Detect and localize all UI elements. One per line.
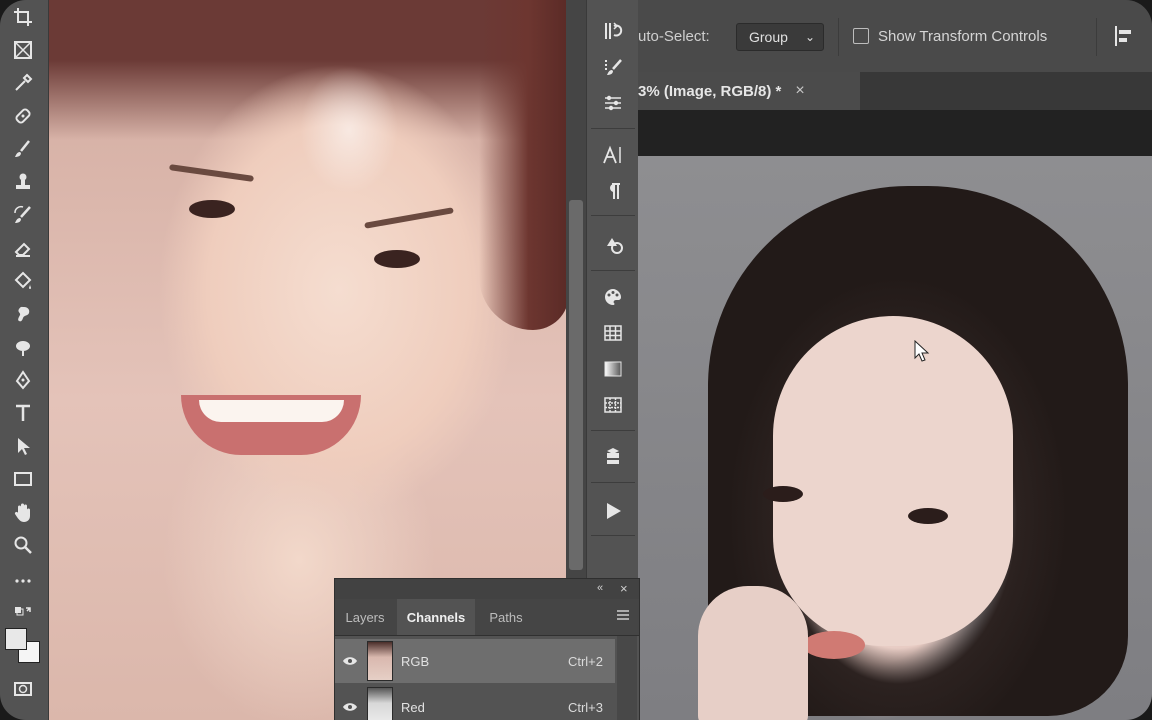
paint-bucket-icon[interactable]	[8, 268, 38, 294]
show-transform-checkbox[interactable]	[853, 28, 869, 44]
tab-layers[interactable]: Layers	[335, 599, 395, 635]
left-eye	[189, 200, 235, 218]
eraser-icon[interactable]	[8, 235, 38, 261]
tools-panel	[0, 0, 49, 720]
rectangle-icon[interactable]	[8, 466, 38, 492]
lips	[803, 631, 865, 659]
dock-divider	[591, 215, 635, 216]
dodge-icon[interactable]	[8, 334, 38, 360]
patterns-icon[interactable]	[599, 392, 627, 418]
options-divider	[838, 18, 839, 56]
type-tool-icon[interactable]	[8, 400, 38, 426]
path-selection-icon[interactable]	[8, 433, 38, 459]
channel-shortcut: Ctrl+2	[567, 653, 603, 669]
close-tab-icon[interactable]: ×	[795, 82, 804, 100]
document-tab[interactable]: 3% (Image, RGB/8) * ×	[638, 72, 860, 110]
brush-settings-icon[interactable]	[599, 55, 627, 81]
crop-icon[interactable]	[8, 4, 38, 30]
dock-divider	[591, 482, 635, 483]
auto-select-label: uto-Select:	[638, 28, 710, 45]
left-eye	[763, 486, 803, 502]
history-icon[interactable]	[599, 18, 627, 44]
channel-shortcut: Ctrl+3	[567, 699, 603, 715]
show-transform-label: Show Transform Controls	[878, 28, 1048, 45]
history-brush-icon[interactable]	[8, 202, 38, 228]
right-document-canvas[interactable]	[638, 156, 1152, 720]
channel-row-rgb[interactable]: RGB Ctrl+2	[335, 639, 615, 683]
chevron-down-icon: ⌄	[804, 30, 815, 44]
quick-mask-icon[interactable]	[8, 676, 38, 702]
right-brow	[364, 207, 454, 229]
brush-icon[interactable]	[8, 136, 38, 162]
actions-play-icon[interactable]	[599, 498, 627, 524]
zoom-icon[interactable]	[8, 532, 38, 558]
left-canvas-scrollbar[interactable]	[566, 0, 586, 580]
align-left-icon[interactable]	[1112, 24, 1134, 48]
gradient-icon[interactable]	[599, 356, 627, 382]
channel-name: RGB	[401, 653, 430, 669]
swap-colors-icon[interactable]	[8, 600, 38, 626]
dock-divider	[591, 430, 635, 431]
right-eye	[908, 508, 948, 524]
left-brow	[168, 164, 255, 182]
tab-paths[interactable]: Paths	[477, 599, 535, 635]
swatches-grid-icon[interactable]	[599, 320, 627, 346]
collapse-panel-icon[interactable]: «	[597, 582, 603, 594]
channel-thumbnail	[367, 641, 393, 681]
clone-stamp-icon[interactable]	[8, 169, 38, 195]
frame-icon[interactable]	[8, 37, 38, 63]
panel-tabs: Layers Channels Paths	[335, 599, 639, 636]
scrollbar-thumb[interactable]	[569, 200, 583, 570]
dropdown-value: Group	[749, 29, 788, 45]
document-tab-bar: 3% (Image, RGB/8) * ×	[638, 72, 1152, 110]
visibility-eye-icon[interactable]	[335, 656, 365, 666]
3d-icon[interactable]	[599, 232, 627, 258]
color-palette-icon[interactable]	[599, 284, 627, 310]
panel-header: « ×	[335, 579, 639, 599]
panel-scrollbar[interactable]	[617, 636, 637, 720]
libraries-icon[interactable]	[599, 443, 627, 469]
close-panel-icon[interactable]: ×	[620, 581, 628, 596]
dock-divider	[591, 128, 635, 129]
channels-panel: « × Layers Channels Paths RGB Ctrl+2 Red	[334, 578, 640, 720]
hand-icon[interactable]	[8, 499, 38, 525]
paragraph-icon[interactable]	[599, 178, 627, 204]
panel-menu-icon[interactable]	[617, 610, 629, 620]
auto-select-dropdown[interactable]: Group ⌄	[736, 23, 824, 51]
photoshop-window: uto-Select: Group ⌄ Show Transform Contr…	[0, 0, 1152, 720]
options-bar: uto-Select: Group ⌄ Show Transform Contr…	[638, 0, 1152, 73]
foreground-color-swatch[interactable]	[5, 628, 27, 650]
dock-divider	[591, 270, 635, 271]
face-shape	[773, 316, 1013, 646]
more-tools-icon[interactable]	[8, 568, 38, 594]
eyedropper-icon[interactable]	[8, 70, 38, 96]
channel-thumbnail	[367, 687, 393, 720]
channel-row-red[interactable]: Red Ctrl+3	[335, 685, 615, 720]
pen-icon[interactable]	[8, 367, 38, 393]
smudge-icon[interactable]	[8, 301, 38, 327]
teeth	[199, 400, 344, 422]
options-divider	[1096, 18, 1097, 56]
hand-shape	[698, 586, 808, 720]
hair-shape	[479, 0, 569, 330]
document-tab-title: 3% (Image, RGB/8) *	[638, 82, 782, 100]
tab-channels[interactable]: Channels	[397, 599, 475, 635]
dock-divider	[591, 535, 635, 536]
character-icon[interactable]	[599, 142, 627, 168]
right-eye	[374, 250, 420, 268]
mouse-cursor-icon	[914, 340, 930, 362]
healing-brush-icon[interactable]	[8, 103, 38, 129]
adjustments-icon[interactable]	[599, 90, 627, 116]
canvas-pasteboard	[638, 110, 1152, 156]
visibility-eye-icon[interactable]	[335, 702, 365, 712]
channel-name: Red	[401, 699, 425, 715]
